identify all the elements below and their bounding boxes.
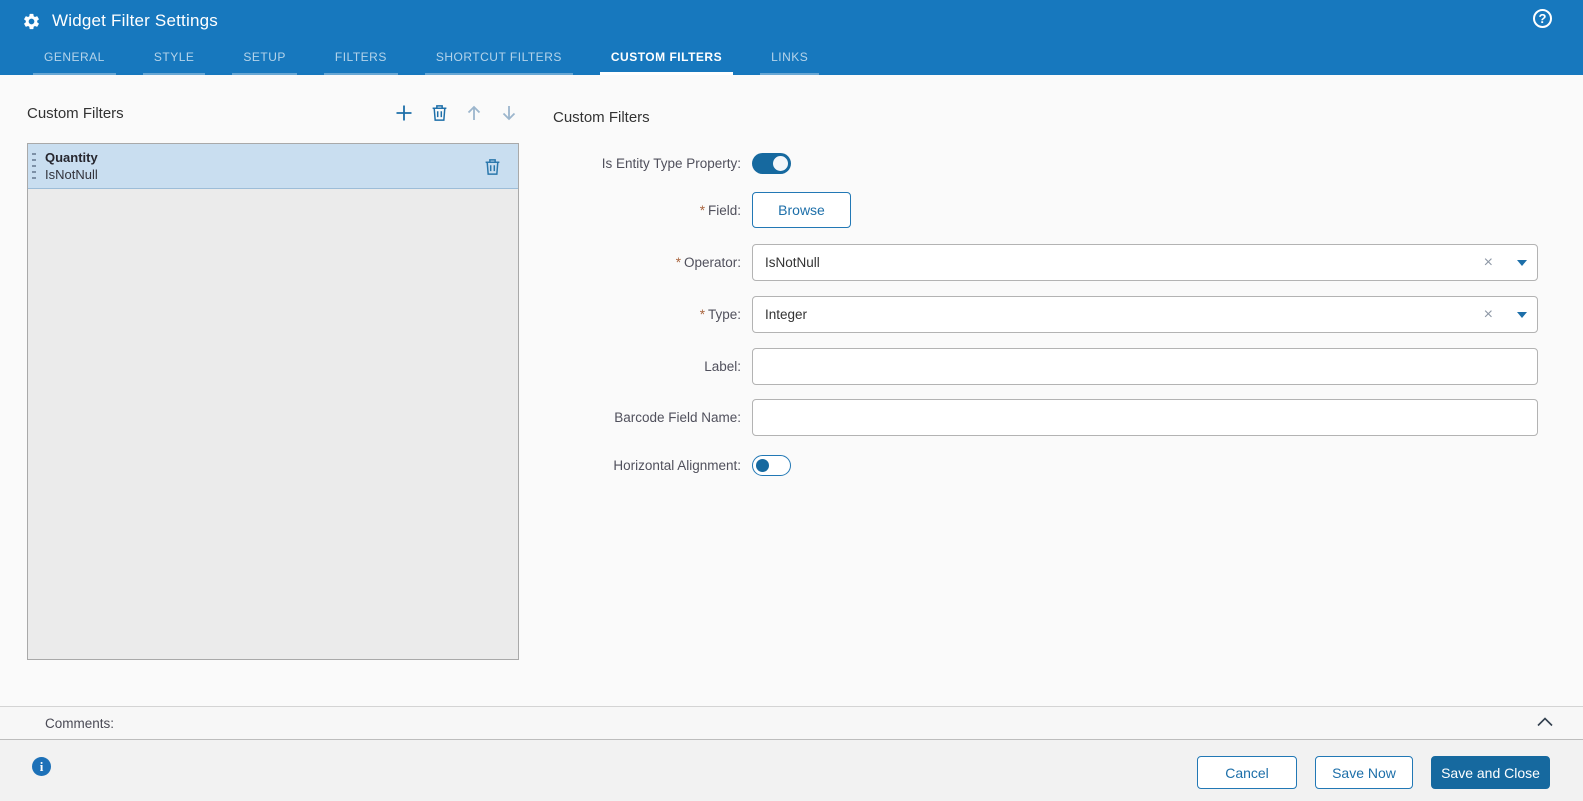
drag-handle-icon[interactable] (32, 152, 36, 180)
list-toolbar (394, 103, 519, 123)
cancel-button[interactable]: Cancel (1197, 756, 1297, 789)
save-and-close-button[interactable]: Save and Close (1431, 756, 1550, 789)
custom-filters-list: Quantity IsNotNull (27, 143, 519, 660)
horizontal-alignment-label: Horizontal Alignment: (613, 457, 741, 473)
footer-actions: Cancel Save Now Save and Close (1197, 756, 1550, 789)
item-delete-button[interactable] (484, 158, 501, 175)
widget-filter-settings-dialog: Widget Filter Settings ? GENERAL STYLE S… (0, 0, 1583, 801)
operator-dropdown[interactable]: IsNotNull × (752, 244, 1538, 281)
toggle-knob (773, 155, 788, 171)
arrow-down-icon (502, 106, 516, 121)
label-label: Label: (704, 359, 741, 374)
tab-filters[interactable]: FILTERS (323, 50, 398, 75)
row-label: Label: (553, 348, 1538, 385)
chevron-up-icon (1537, 717, 1553, 727)
row-horizontal-alignment: Horizontal Alignment: (553, 453, 1538, 477)
tab-bar: GENERAL STYLE SETUP FILTERS SHORTCUT FIL… (33, 50, 846, 75)
gear-icon (24, 13, 39, 29)
help-icon[interactable]: ? (1533, 9, 1552, 28)
row-barcode-field-name: Barcode Field Name: (553, 399, 1538, 436)
label-input[interactable] (752, 348, 1538, 385)
left-panel-title: Custom Filters (27, 104, 124, 122)
plus-icon (396, 105, 412, 121)
delete-filter-button[interactable] (429, 103, 449, 123)
list-item-quantity[interactable]: Quantity IsNotNull (28, 144, 518, 189)
barcode-field-name-label: Barcode Field Name: (614, 410, 741, 425)
title-row: Widget Filter Settings (0, 0, 1583, 31)
move-up-button[interactable] (464, 103, 484, 123)
type-label: * Type: (699, 307, 741, 322)
save-now-button[interactable]: Save Now (1315, 756, 1413, 789)
tab-setup[interactable]: SETUP (232, 50, 297, 75)
caret-down-icon[interactable] (1517, 259, 1527, 266)
toggle-knob (756, 458, 769, 472)
trash-icon (485, 159, 500, 175)
dialog-title: Widget Filter Settings (52, 11, 218, 30)
tab-style[interactable]: STYLE (142, 50, 206, 75)
horizontal-alignment-toggle[interactable] (752, 454, 791, 476)
clear-icon[interactable]: × (1484, 306, 1493, 323)
barcode-field-name-input[interactable] (752, 399, 1538, 436)
type-dropdown[interactable]: Integer × (752, 296, 1538, 333)
dialog-footer: i Cancel Save Now Save and Close (0, 740, 1583, 801)
type-value: Integer (765, 307, 808, 322)
is-entity-type-property-label: Is Entity Type Property: (601, 155, 741, 171)
tab-shortcut-filters[interactable]: SHORTCUT FILTERS (424, 50, 573, 75)
tab-general[interactable]: GENERAL (33, 50, 116, 75)
required-marker: * (699, 307, 705, 322)
browse-button[interactable]: Browse (752, 192, 851, 228)
trash-icon (432, 105, 446, 121)
row-type: * Type: Integer × (553, 296, 1538, 333)
move-down-button[interactable] (499, 103, 519, 123)
arrow-up-icon (467, 105, 481, 120)
row-operator: * Operator: IsNotNull × (553, 244, 1538, 281)
comments-bar[interactable]: Comments: (0, 706, 1583, 740)
operator-label: * Operator: (675, 255, 741, 270)
tab-links[interactable]: LINKS (760, 50, 820, 75)
clear-icon[interactable]: × (1484, 254, 1493, 271)
row-is-entity-type-property: Is Entity Type Property: (553, 151, 1538, 175)
tab-custom-filters[interactable]: CUSTOM FILTERS (599, 50, 734, 75)
required-marker: * (699, 202, 705, 218)
is-entity-type-property-toggle[interactable] (752, 152, 791, 174)
field-label: * Field: (699, 202, 741, 218)
left-panel-header: Custom Filters (27, 103, 519, 123)
info-icon[interactable]: i (32, 757, 51, 776)
operator-value: IsNotNull (765, 255, 820, 270)
required-marker: * (675, 255, 681, 270)
collapse-comments-button[interactable] (1536, 715, 1554, 729)
form-title: Custom Filters (553, 109, 650, 126)
caret-down-icon[interactable] (1517, 311, 1527, 318)
list-item-subtitle: IsNotNull (45, 167, 98, 182)
comments-label: Comments: (45, 715, 115, 731)
list-item-title: Quantity (45, 150, 98, 165)
dialog-header: Widget Filter Settings ? GENERAL STYLE S… (0, 0, 1583, 75)
list-item-texts: Quantity IsNotNull (45, 149, 98, 183)
row-field: * Field: Browse (553, 192, 1538, 228)
add-filter-button[interactable] (394, 103, 414, 123)
